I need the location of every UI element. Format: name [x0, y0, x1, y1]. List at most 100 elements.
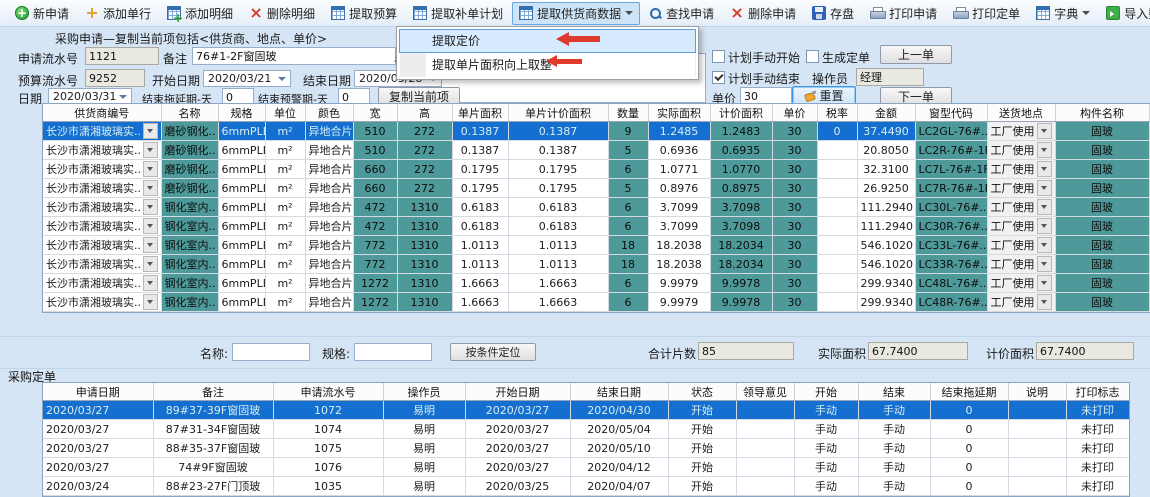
cell-delivery[interactable]: 工厂使用 — [987, 160, 1055, 179]
table-row[interactable]: 长沙市潇湘玻璃实...磨砂钢化..6mmPLE...m²异地合片5102720.… — [43, 141, 1149, 160]
cell-req_no[interactable]: 1072 — [273, 401, 383, 420]
cell-delivery[interactable]: 工厂使用 — [987, 255, 1055, 274]
cell-operator[interactable]: 易明 — [383, 401, 465, 420]
cell-height[interactable]: 1310 — [397, 236, 452, 255]
cell-spec[interactable]: 6mmPLE... — [218, 141, 265, 160]
column-header-supplier[interactable]: 供货商编号 — [43, 104, 161, 122]
cell-piece_priced_area[interactable]: 1.6663 — [508, 293, 608, 312]
cell-piece_area[interactable]: 0.6183 — [452, 217, 508, 236]
cell-piece_priced_area[interactable]: 0.1387 — [508, 122, 608, 141]
cell-spec[interactable]: 6mmPLE... — [218, 236, 265, 255]
cell-priced_area[interactable]: 18.2034 — [710, 236, 772, 255]
cell-width[interactable]: 510 — [353, 141, 397, 160]
cell-status[interactable]: 开始 — [668, 458, 736, 477]
cell-delivery[interactable]: 工厂使用 — [987, 293, 1055, 312]
chevron-down-icon[interactable] — [143, 218, 158, 234]
cell-req_date[interactable]: 2020/03/27 — [43, 401, 153, 420]
cell-color[interactable]: 异地合片 — [305, 141, 353, 160]
chevron-down-icon[interactable] — [1037, 123, 1052, 139]
plan-manual-end-checkbox[interactable] — [712, 71, 725, 84]
toolbar-button-add-detail[interactable]: 添加明细 — [160, 2, 240, 25]
column-header-tax[interactable]: 税率 — [817, 104, 857, 122]
cell-spec[interactable]: 6mmPLE... — [218, 217, 265, 236]
chevron-down-icon[interactable] — [143, 237, 158, 253]
cell-end_delay[interactable]: 0 — [930, 477, 1008, 496]
column-header-end_date[interactable]: 结束日期 — [570, 383, 668, 401]
column-header-piece_area[interactable]: 单片面积 — [452, 104, 508, 122]
cell-actual_area[interactable]: 0.8976 — [648, 179, 710, 198]
cell-amount[interactable]: 20.8050 — [857, 141, 915, 160]
cell-width[interactable]: 660 — [353, 179, 397, 198]
cell-unit[interactable]: m² — [265, 217, 305, 236]
cell-tax[interactable] — [817, 179, 857, 198]
operator-field[interactable] — [856, 68, 924, 86]
cell-tax[interactable] — [817, 198, 857, 217]
cell-print_flag[interactable]: 未打印 — [1066, 477, 1129, 496]
toolbar-button-extract-supplier-data[interactable]: 提取供货商数据 — [512, 2, 640, 25]
cell-piece_area[interactable]: 0.6183 — [452, 198, 508, 217]
budget-no-field[interactable] — [85, 69, 145, 87]
cell-spec[interactable]: 6mmPLE... — [218, 198, 265, 217]
column-header-qty[interactable]: 数量 — [608, 104, 648, 122]
toolbar-button-find-request[interactable]: 查找申请 — [642, 2, 721, 25]
cell-print_flag[interactable]: 未打印 — [1066, 458, 1129, 477]
column-header-leader_opinion[interactable]: 领导意见 — [736, 383, 794, 401]
cell-operator[interactable]: 易明 — [383, 477, 465, 496]
cell-name[interactable]: 钢化室内.. — [161, 293, 218, 312]
cell-piece_area[interactable]: 1.0113 — [452, 236, 508, 255]
cell-name[interactable]: 磨砂钢化.. — [161, 141, 218, 160]
cell-start_date[interactable]: 2020/03/25 — [465, 477, 570, 496]
cell-piece_priced_area[interactable]: 0.6183 — [508, 198, 608, 217]
chevron-down-icon[interactable] — [143, 275, 158, 291]
cell-end[interactable]: 手动 — [858, 420, 930, 439]
table-row[interactable]: 2020/03/2774#9F窗固玻1076易明2020/03/272020/0… — [43, 458, 1129, 477]
column-header-req_date[interactable]: 申请日期 — [43, 383, 153, 401]
cell-piece_priced_area[interactable]: 0.1795 — [508, 160, 608, 179]
cell-remark[interactable]: 87#31-34F窗固玻 — [153, 420, 273, 439]
cell-unit_price[interactable]: 30 — [772, 293, 817, 312]
cell-piece_priced_area[interactable]: 1.6663 — [508, 274, 608, 293]
cell-priced_area[interactable]: 0.8975 — [710, 179, 772, 198]
cell-unit[interactable]: m² — [265, 236, 305, 255]
cell-component[interactable]: 固玻 — [1055, 255, 1149, 274]
cell-name[interactable]: 钢化室内.. — [161, 255, 218, 274]
cell-unit[interactable]: m² — [265, 198, 305, 217]
column-header-start_date[interactable]: 开始日期 — [465, 383, 570, 401]
cell-name[interactable]: 钢化室内.. — [161, 274, 218, 293]
cell-width[interactable]: 472 — [353, 217, 397, 236]
cell-component[interactable]: 固玻 — [1055, 141, 1149, 160]
cell-end[interactable]: 手动 — [858, 439, 930, 458]
table-row[interactable]: 长沙市潇湘玻璃实...钢化室内..6mmPLE...m²异地合片47213100… — [43, 198, 1149, 217]
toolbar-button-print-order[interactable]: 打印定单 — [946, 2, 1027, 25]
column-header-priced_area[interactable]: 计价面积 — [710, 104, 772, 122]
cell-piece_priced_area[interactable]: 0.1387 — [508, 141, 608, 160]
cell-note[interactable] — [1008, 477, 1066, 496]
cell-req_date[interactable]: 2020/03/27 — [43, 420, 153, 439]
cell-delivery[interactable]: 工厂使用 — [987, 236, 1055, 255]
cell-name[interactable]: 钢化室内.. — [161, 217, 218, 236]
cell-unit_price[interactable]: 30 — [772, 274, 817, 293]
cell-start[interactable]: 手动 — [794, 439, 858, 458]
cell-amount[interactable]: 32.3100 — [857, 160, 915, 179]
toolbar-button-add-row[interactable]: 添加单行 — [78, 2, 158, 25]
cell-qty[interactable]: 18 — [608, 255, 648, 274]
cell-qty[interactable]: 5 — [608, 141, 648, 160]
cell-unit_price[interactable]: 30 — [772, 198, 817, 217]
cell-leader_opinion[interactable] — [736, 477, 794, 496]
cell-start_date[interactable]: 2020/03/27 — [465, 458, 570, 477]
toolbar-button-extract-budget[interactable]: 提取预算 — [324, 2, 404, 25]
cell-qty[interactable]: 18 — [608, 236, 648, 255]
column-header-start[interactable]: 开始 — [794, 383, 858, 401]
chevron-down-icon[interactable] — [143, 123, 158, 139]
cell-supplier[interactable]: 长沙市潇湘玻璃实... — [43, 160, 161, 179]
toolbar-button-delete-request[interactable]: 删除申请 — [723, 2, 803, 25]
cell-actual_area[interactable]: 1.2485 — [648, 122, 710, 141]
cell-end_delay[interactable]: 0 — [930, 458, 1008, 477]
cell-width[interactable]: 772 — [353, 236, 397, 255]
request-no-field[interactable] — [85, 47, 159, 65]
cell-height[interactable]: 1310 — [397, 198, 452, 217]
locate-by-condition-button[interactable]: 按条件定位 — [450, 343, 536, 361]
table-row[interactable]: 长沙市潇湘玻璃实...钢化室内..6mmPLE...m²异地合片47213100… — [43, 217, 1149, 236]
previous-order-button[interactable]: 上一单 — [880, 45, 952, 64]
cell-window_code[interactable]: LC33R-76#.. — [915, 255, 987, 274]
